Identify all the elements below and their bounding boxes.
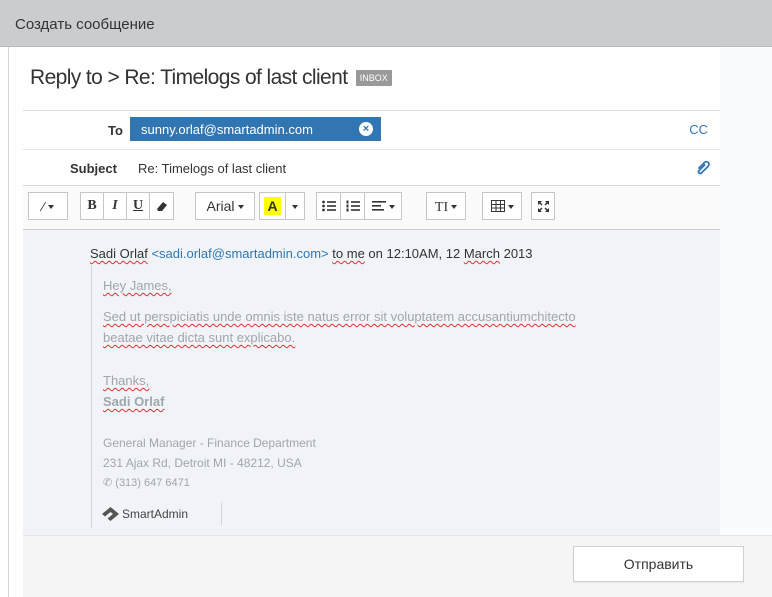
- bold-button[interactable]: B: [80, 192, 104, 220]
- numbered-list-icon: [346, 200, 360, 212]
- text-size-label: TI: [434, 200, 449, 215]
- sender-name: Sadi Orlaf: [90, 246, 148, 261]
- font-family-dropdown[interactable]: Arial: [195, 192, 255, 220]
- inbox-badge: INBOX: [355, 70, 392, 86]
- italic-button[interactable]: I: [103, 192, 127, 220]
- eraser-button[interactable]: [149, 192, 174, 220]
- fullscreen-icon: [537, 201, 549, 212]
- align-left-icon: [371, 201, 386, 211]
- quoted-header: Sadi Orlaf <sadi.orlaf@smartadmin.com> t…: [90, 246, 533, 261]
- highlight-color-button[interactable]: A: [259, 192, 286, 220]
- phone-icon: ✆: [103, 477, 113, 489]
- subject-label: Subject: [70, 161, 117, 176]
- cc-link[interactable]: CC: [689, 122, 708, 137]
- reply-title: Reply to > Re: Timelogs of last client I…: [30, 66, 392, 90]
- bullet-list-button[interactable]: [316, 192, 341, 220]
- sent-on: on 12:10AM, 12: [368, 246, 461, 261]
- editor-toolbar: ∕ B I U Arial A TI: [23, 186, 720, 230]
- highlight-a: A: [264, 197, 281, 215]
- sender-email[interactable]: <sadi.orlaf@smartadmin.com>: [151, 246, 328, 261]
- sent-month: March: [463, 246, 500, 261]
- table-dropdown[interactable]: [482, 192, 522, 220]
- send-button[interactable]: Отправить: [573, 546, 744, 582]
- right-strip: [720, 47, 772, 535]
- reply-title-bar: Reply to > Re: Timelogs of last client I…: [23, 57, 720, 111]
- numbered-list-button[interactable]: [340, 192, 365, 220]
- to-row: To sunny.orlaf@smartadmin.com × CC: [23, 111, 720, 150]
- smartadmin-logo-icon: [102, 507, 119, 521]
- signature-name: Sadi Orlaf: [103, 394, 165, 409]
- fullscreen-button[interactable]: [531, 192, 555, 220]
- recipient-email: sunny.orlaf@smartadmin.com: [141, 122, 313, 137]
- dialog-title: Создать сообщение: [15, 16, 155, 33]
- font-family-label: Arial: [206, 198, 235, 214]
- greeting: Hey James,: [103, 278, 172, 293]
- body-line-1: Sed ut perspiciatis unde omnis iste natu…: [103, 309, 576, 324]
- remove-recipient-icon[interactable]: ×: [359, 122, 373, 136]
- subject-row: Subject Re: Timelogs of last client: [23, 150, 720, 186]
- logo-text: SmartAdmin: [122, 507, 189, 521]
- paperclip-icon[interactable]: [694, 159, 712, 177]
- smartadmin-logo: SmartAdmin: [102, 503, 222, 525]
- bullet-list-icon: [321, 200, 336, 212]
- left-border: [8, 47, 9, 597]
- body-line-2: beatae vitae dicta sunt explicabo.: [103, 330, 296, 345]
- quote-border: [91, 266, 92, 528]
- eraser-icon: [156, 202, 167, 211]
- closing: Thanks,: [103, 373, 150, 388]
- align-dropdown[interactable]: [364, 192, 402, 220]
- magic-wand-icon: ∕: [42, 199, 45, 214]
- to-label: To: [108, 123, 123, 138]
- signature-address: 231 Ajax Rd, Detroit MI - 48212, USA: [103, 456, 302, 470]
- signature-title: General Manager - Finance Department: [103, 436, 316, 450]
- highlight-color-dropdown[interactable]: [285, 192, 305, 220]
- sent-year: 2013: [503, 246, 533, 261]
- dialog-header: Создать сообщение: [0, 0, 772, 47]
- to-me: to me: [332, 246, 365, 261]
- text-size-dropdown[interactable]: TI: [426, 192, 466, 220]
- table-icon: [490, 200, 505, 212]
- signature-phone: ✆ (313) 647 6471: [103, 477, 190, 489]
- underline-button[interactable]: U: [126, 192, 150, 220]
- subject-input[interactable]: Re: Timelogs of last client: [138, 161, 286, 176]
- style-button[interactable]: ∕: [28, 192, 68, 220]
- recipient-chip[interactable]: sunny.orlaf@smartadmin.com ×: [130, 117, 381, 141]
